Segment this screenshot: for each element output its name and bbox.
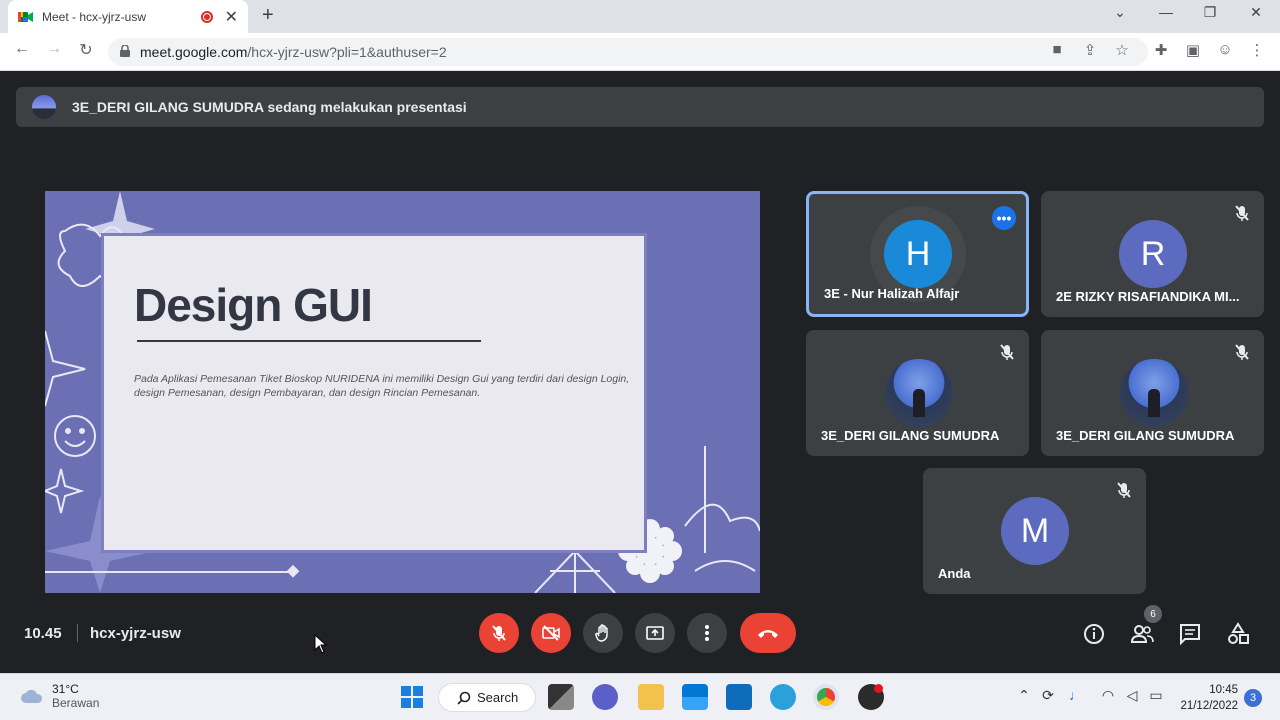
lock-icon (120, 44, 130, 60)
telegram-icon[interactable] (770, 684, 796, 710)
restore-button[interactable]: ❐ (1190, 4, 1230, 21)
people-icon[interactable] (1129, 621, 1155, 647)
extensions-icon[interactable]: ✚ (1150, 41, 1172, 59)
camera-off-icon (542, 625, 560, 641)
recording-dot-icon (874, 684, 883, 693)
presenter-avatar (32, 95, 56, 119)
mouse-cursor-icon (314, 634, 328, 654)
participant-tile-self[interactable]: M Anda (923, 468, 1146, 594)
taskbar-search[interactable]: Search (438, 683, 536, 712)
clock-time: 10:45 (1209, 684, 1238, 696)
end-call-button[interactable] (740, 613, 796, 653)
participant-avatar: M (1001, 497, 1069, 565)
tab-meet[interactable]: Meet - hcx-yjrz-usw ✕ (8, 0, 248, 33)
participant-name: 3E_DERI GILANG SUMUDRA (1056, 428, 1235, 443)
meeting-code: hcx-yjrz-usw (90, 625, 181, 642)
shared-screen: Design GUI Pada Aplikasi Pemesanan Tiket… (45, 191, 760, 593)
participant-name: 2E RIZKY RISAFIANDIKA MI... (1056, 289, 1240, 304)
divider (77, 624, 78, 642)
participant-photo (885, 359, 953, 427)
mic-off-icon (1235, 205, 1249, 221)
slide-card: Design GUI Pada Aplikasi Pemesanan Tiket… (101, 233, 647, 553)
slide-divider (137, 340, 481, 342)
hand-icon (595, 624, 608, 642)
participant-name: Anda (938, 566, 971, 581)
search-label: Search (477, 690, 519, 705)
mic-toggle-button[interactable] (479, 613, 519, 653)
camera-icon[interactable]: ■ (1046, 41, 1068, 58)
present-button[interactable] (635, 613, 675, 653)
file-explorer-icon[interactable] (638, 684, 664, 710)
back-button[interactable]: ← (10, 40, 34, 58)
participant-name: 3E - Nur Halizah Alfajr (824, 286, 960, 301)
activities-icon[interactable] (1225, 621, 1251, 647)
teams-chat-icon[interactable] (592, 684, 618, 710)
side-panel-icon[interactable]: ▣ (1182, 41, 1204, 59)
clock-date: 21/12/2022 (1180, 700, 1238, 712)
wifi-icon[interactable]: ◠ (1098, 687, 1118, 704)
search-icon (457, 691, 471, 705)
participant-avatar: H (884, 220, 952, 288)
presentation-banner: 3E_DERI GILANG SUMUDRA sedang melakukan … (16, 87, 1264, 127)
slide-body-text: Pada Aplikasi Pemesanan Tiket Bioskop NU… (134, 373, 630, 399)
close-window-button[interactable]: ✕ (1236, 4, 1276, 21)
mic-off-icon (1235, 344, 1249, 360)
participant-tile[interactable]: R 2E RIZKY RISAFIANDIKA MI... (1041, 191, 1264, 317)
url-host: meet.google.com (140, 44, 248, 60)
participant-avatar: R (1119, 220, 1187, 288)
info-icon[interactable] (1081, 621, 1107, 647)
participant-photo (1120, 359, 1188, 427)
task-view-icon[interactable] (548, 684, 574, 710)
participant-tile[interactable]: 3E_DERI GILANG SUMUDRA (1041, 330, 1264, 456)
tab-close-button[interactable]: ✕ (225, 7, 238, 27)
more-vert-icon (705, 625, 709, 641)
more-options-icon[interactable]: ••• (992, 206, 1016, 230)
volume-icon[interactable]: ◁ (1122, 687, 1142, 704)
system-clock[interactable]: 10:45 21/12/2022 (1170, 682, 1238, 714)
microphone-tray-icon[interactable]: ♩ (1066, 687, 1086, 703)
weather-desc: Berawan (52, 696, 100, 710)
tray-overflow-icon[interactable]: ⌃ (1014, 687, 1034, 704)
forward-button[interactable]: → (42, 40, 66, 58)
participant-name: 3E_DERI GILANG SUMUDRA (821, 428, 1000, 443)
participant-tile[interactable]: 3E_DERI GILANG SUMUDRA (806, 330, 1029, 456)
reload-button[interactable]: ↻ (74, 40, 98, 60)
present-screen-icon (646, 626, 664, 640)
chrome-icon[interactable] (813, 684, 839, 710)
mail-icon[interactable] (726, 684, 752, 710)
windows-start-icon[interactable] (399, 684, 425, 710)
profile-avatar[interactable]: ☺ (1214, 41, 1236, 58)
address-bar[interactable]: meet.google.com/hcx-yjrz-usw?pli=1&authu… (108, 38, 1148, 66)
more-options-button[interactable] (687, 613, 727, 653)
weather-temp: 31°C (52, 682, 79, 696)
mic-off-icon (1000, 344, 1014, 360)
bookmark-star-icon[interactable]: ☆ (1111, 41, 1133, 59)
recording-indicator-icon (200, 10, 213, 23)
notification-badge[interactable]: 3 (1244, 689, 1262, 707)
mic-off-icon (492, 625, 506, 641)
tab-search-button[interactable]: ⌄ (1100, 4, 1140, 21)
battery-icon[interactable]: ▭ (1146, 687, 1166, 704)
url-path: /hcx-yjrz-usw?pli=1&authuser=2 (247, 44, 447, 60)
menu-kebab-icon[interactable]: ⋮ (1246, 41, 1268, 59)
store-icon[interactable] (682, 684, 708, 710)
slide-title: Design GUI (134, 279, 373, 331)
hang-up-icon (758, 630, 778, 638)
meeting-time: 10.45 (24, 625, 62, 642)
participant-count-badge: 6 (1144, 605, 1162, 623)
presentation-banner-text: 3E_DERI GILANG SUMUDRA sedang melakukan … (72, 99, 467, 115)
chat-icon[interactable] (1177, 621, 1203, 647)
share-icon[interactable]: ⇪ (1079, 41, 1101, 59)
meet-favicon-icon (18, 10, 34, 24)
new-tab-button[interactable]: + (262, 4, 274, 27)
minimize-button[interactable]: — (1146, 4, 1186, 20)
sync-icon[interactable]: ⟳ (1038, 687, 1058, 704)
camera-toggle-button[interactable] (531, 613, 571, 653)
cloud-icon (21, 689, 43, 703)
participant-tile[interactable]: H ••• 3E - Nur Halizah Alfajr (806, 191, 1029, 317)
raise-hand-button[interactable] (583, 613, 623, 653)
tab-title: Meet - hcx-yjrz-usw (42, 9, 147, 24)
weather-widget[interactable]: 31°C Berawan (20, 682, 99, 710)
mic-off-icon (1117, 482, 1131, 498)
